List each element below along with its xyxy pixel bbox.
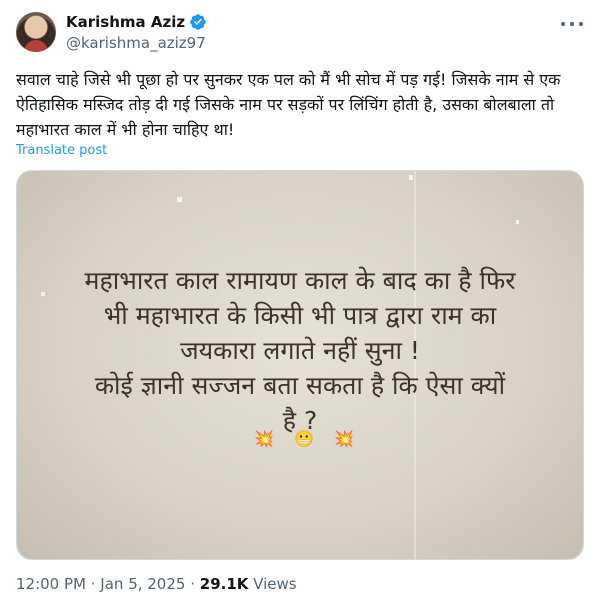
author-name-row: Karishma Aziz [66,13,207,31]
more-dot [579,22,583,26]
more-dot [570,22,574,26]
more-dot [561,22,565,26]
image-caption-text: महाभारत काल रामायण काल के बाद का है फिर … [84,266,516,435]
avatar-shirt [24,40,48,52]
explosion-icon: 💥 [254,429,274,448]
meta-separator: · [185,575,200,593]
post-image[interactable]: महाभारत काल रामायण काल के बाद का है फिर … [16,170,584,560]
views-label: Views [248,575,297,593]
grimacing-face-icon: 😬 [294,429,314,448]
translate-post-link[interactable]: Translate post [16,142,107,160]
post-text: सवाल चाहे जिसे भी पूछा हो पर सुनकर एक पल… [16,70,561,139]
image-emoji-row: 💥 😬 💥 [254,429,354,448]
tweet-post: Karishma Aziz @karishma_aziz97 सवाल चाहे… [0,0,598,604]
avatar[interactable] [16,12,56,52]
display-name[interactable]: Karishma Aziz [66,13,185,31]
post-meta: 12:00 PM · Jan 5, 2025 · 29.1K Views [16,575,297,593]
more-options-icon[interactable] [561,14,583,34]
explosion-icon: 💥 [334,429,354,448]
verified-badge-icon [190,14,206,30]
meta-separator: · [85,575,101,593]
post-date[interactable]: Jan 5, 2025 [100,575,185,593]
author-handle[interactable]: @karishma_aziz97 [66,34,206,52]
views-count: 29.1K [199,575,249,593]
post-time[interactable]: 12:00 PM [16,575,86,593]
